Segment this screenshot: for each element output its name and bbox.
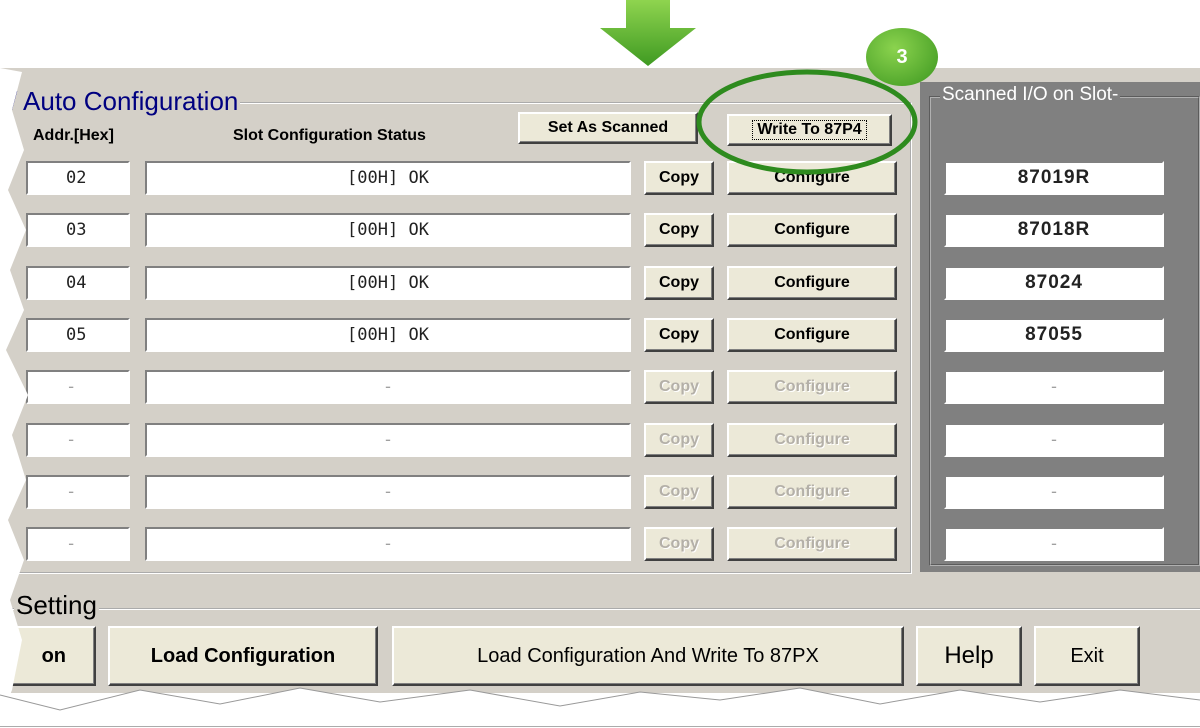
torn-edge-decoration [0, 68, 1200, 720]
